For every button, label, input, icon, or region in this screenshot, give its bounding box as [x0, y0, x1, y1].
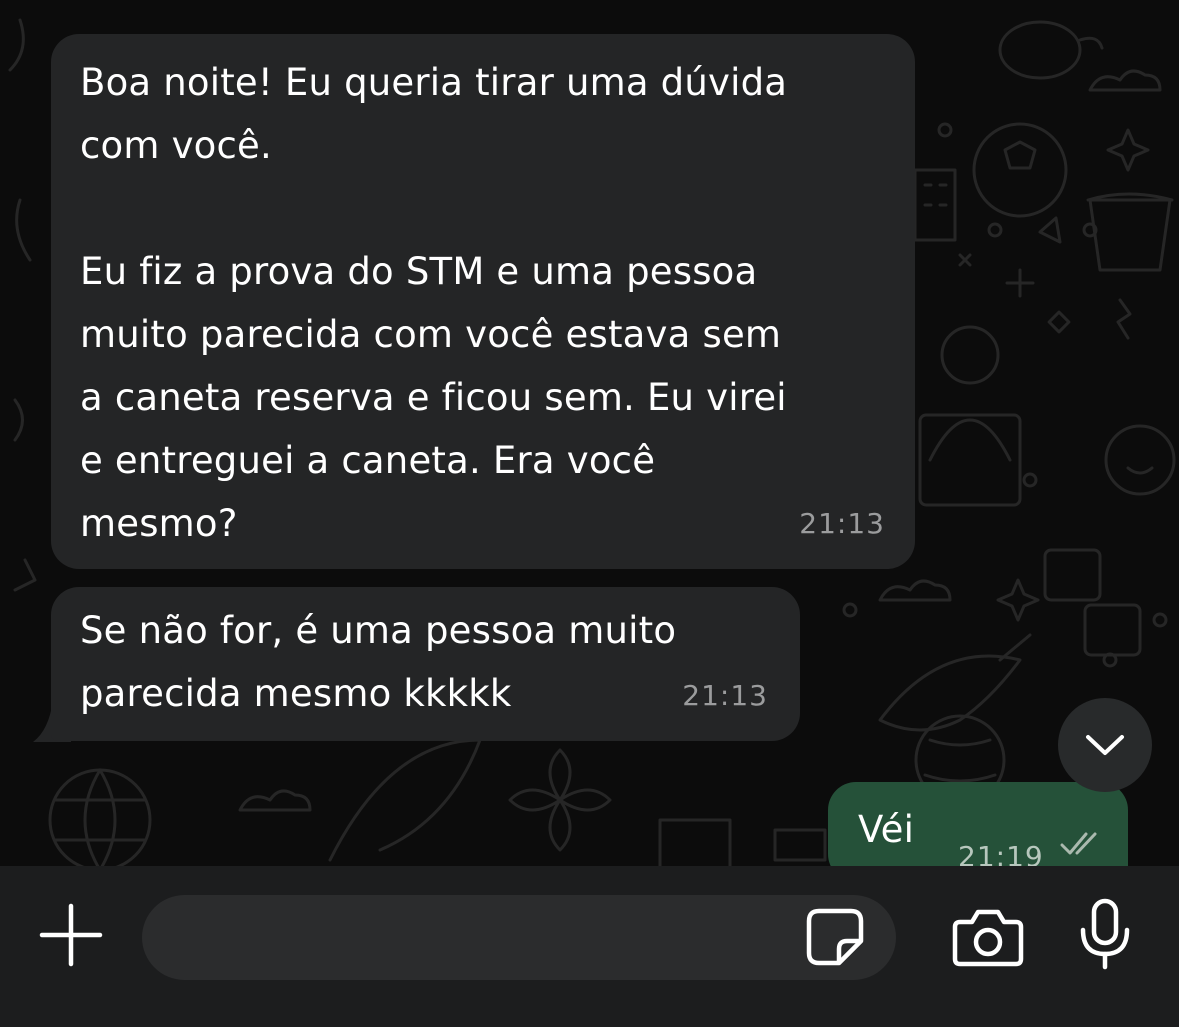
- plus-icon: [39, 903, 103, 967]
- camera-button[interactable]: [952, 906, 1024, 968]
- chevron-down-icon: [1086, 735, 1124, 755]
- microphone-icon: [1080, 898, 1130, 970]
- message-input[interactable]: [142, 895, 896, 980]
- message-text: Boa noite! Eu queria tirar uma dúvida co…: [80, 61, 788, 545]
- message-time: 21:13: [682, 679, 768, 712]
- sticker-icon: [806, 908, 864, 966]
- incoming-message[interactable]: Se não for, é uma pessoa muito parecida …: [51, 587, 800, 741]
- scroll-to-bottom-button[interactable]: [1058, 698, 1152, 792]
- chat-area[interactable]: Boa noite! Eu queria tirar uma dúvida co…: [0, 0, 1179, 866]
- message-time: 21:13: [799, 507, 885, 540]
- outgoing-message[interactable]: Véi 21:19: [828, 782, 1128, 866]
- attach-button[interactable]: [36, 900, 106, 970]
- message-text: Véi: [858, 808, 915, 851]
- double-check-icon: [1060, 832, 1097, 855]
- message-time: 21:19: [958, 840, 1044, 866]
- message-text: Se não for, é uma pessoa muito parecida …: [80, 609, 677, 715]
- camera-icon: [952, 909, 1024, 967]
- sticker-button[interactable]: [805, 907, 865, 967]
- incoming-message[interactable]: Boa noite! Eu queria tirar uma dúvida co…: [51, 34, 915, 569]
- microphone-button[interactable]: [1078, 898, 1132, 970]
